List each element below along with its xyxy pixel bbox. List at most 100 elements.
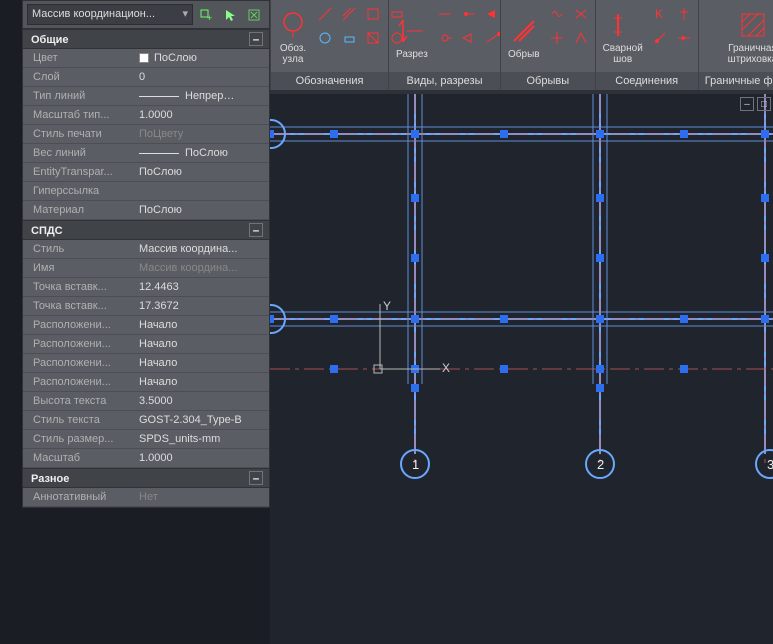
ico-v5[interactable] — [458, 27, 480, 49]
quick-select-icon[interactable] — [243, 4, 265, 26]
property-value[interactable]: SPDS_units-mm — [133, 430, 269, 448]
property-value[interactable]: Массив координа... — [133, 240, 269, 258]
select-objects-icon[interactable] — [219, 4, 241, 26]
property-value[interactable]: Начало — [133, 354, 269, 372]
weld-button[interactable]: Сварной шов — [599, 3, 647, 72]
ico-br1[interactable] — [546, 3, 568, 25]
ico-a1[interactable] — [314, 3, 336, 25]
property-value[interactable]: 3.5000 — [133, 392, 269, 410]
ico-c3[interactable] — [649, 27, 671, 49]
property-value[interactable]: 17.3672 — [133, 297, 269, 315]
property-row[interactable]: Стиль размер...SPDS_units-mm — [23, 430, 269, 449]
property-row[interactable]: Расположени...Начало — [23, 316, 269, 335]
axis-y-label: Y — [383, 299, 391, 313]
ico-br2[interactable] — [570, 3, 592, 25]
property-value[interactable]: ПоСлою — [133, 144, 269, 162]
ico-a3[interactable] — [362, 3, 384, 25]
property-row[interactable]: ИмяМассив координа... — [23, 259, 269, 278]
node-label-button[interactable]: Обоз. узла — [274, 3, 312, 72]
ico-b1[interactable] — [314, 27, 336, 49]
property-value[interactable]: 1.0000 — [133, 106, 269, 124]
property-row[interactable]: Масштаб тип...1.0000 — [23, 106, 269, 125]
property-value[interactable]: ПоСлою — [133, 201, 269, 219]
property-key: Стиль — [23, 240, 133, 258]
property-value[interactable]: ПоСлою — [133, 49, 269, 67]
property-value[interactable] — [133, 182, 269, 200]
property-row[interactable]: Расположени...Начало — [23, 373, 269, 392]
conn-tools-grid: K — [649, 3, 695, 72]
break-button[interactable]: Обрыв — [504, 3, 544, 72]
property-key: EntityTranspar... — [23, 163, 133, 181]
property-row[interactable]: Вес линийПоСлою — [23, 144, 269, 163]
property-row[interactable]: Стиль текстаGOST-2.304_Type-B — [23, 411, 269, 430]
ico-c2[interactable] — [673, 3, 695, 25]
property-key: Цвет — [23, 49, 133, 67]
property-value[interactable]: 0 — [133, 68, 269, 86]
property-row[interactable]: Тип линийНепрер… — [23, 87, 269, 106]
property-row[interactable]: EntityTranspar...ПоСлою — [23, 163, 269, 182]
collapse-icon[interactable]: – — [249, 471, 263, 485]
property-key: Тип линий — [23, 87, 133, 105]
property-row[interactable]: ЦветПоСлою — [23, 49, 269, 68]
property-row[interactable]: СтильМассив координа... — [23, 240, 269, 259]
property-row[interactable]: Высота текста3.5000 — [23, 392, 269, 411]
ico-br4[interactable] — [570, 27, 592, 49]
property-value[interactable]: Нет — [133, 488, 269, 506]
property-key: Вес линий — [23, 144, 133, 162]
object-type-selector[interactable]: Массив координацион...▾ — [27, 4, 193, 25]
viewport-minimize-icon[interactable]: – — [740, 97, 754, 111]
ico-c4[interactable] — [673, 27, 695, 49]
svg-text:+: + — [207, 13, 212, 23]
property-value[interactable]: Начало — [133, 316, 269, 334]
property-row[interactable]: Расположени...Начало — [23, 354, 269, 373]
property-key: Имя — [23, 259, 133, 277]
property-value[interactable]: Начало — [133, 335, 269, 353]
property-row[interactable]: Расположени...Начало — [23, 335, 269, 354]
property-key: Расположени... — [23, 373, 133, 391]
ico-br3[interactable] — [546, 27, 568, 49]
section-title: СПДС — [31, 225, 63, 237]
section-button[interactable]: Разрез — [392, 3, 432, 72]
ico-a2[interactable] — [338, 3, 360, 25]
property-value[interactable]: ПоЦвету — [133, 125, 269, 143]
section-title: Разное — [31, 473, 69, 485]
property-row[interactable]: Точка вставк...17.3672 — [23, 297, 269, 316]
property-value[interactable]: ПоСлою — [133, 163, 269, 181]
ico-v1[interactable] — [434, 3, 456, 25]
property-value[interactable]: Начало — [133, 373, 269, 391]
viewport-maximize-icon[interactable]: □ — [757, 97, 771, 111]
property-row[interactable]: Масштаб1.0000 — [23, 449, 269, 468]
property-key: Высота текста — [23, 392, 133, 410]
panel-label: Обрывы — [501, 72, 595, 90]
property-row[interactable]: Слой0 — [23, 68, 269, 87]
property-row[interactable]: МатериалПоСлою — [23, 201, 269, 220]
collapse-icon[interactable]: – — [249, 223, 263, 237]
drawing-canvas[interactable]: 1 2 3 X Y – □ — [270, 90, 773, 644]
ico-v4[interactable] — [434, 27, 456, 49]
section-misc: Разное – АннотативныйНет — [23, 468, 269, 507]
property-value[interactable]: 12.4463 — [133, 278, 269, 296]
property-key: Материал — [23, 201, 133, 219]
ico-c1[interactable]: K — [649, 3, 671, 25]
property-value[interactable]: 1.0000 — [133, 449, 269, 467]
collapse-icon[interactable]: – — [249, 32, 263, 46]
ico-b3[interactable] — [362, 27, 384, 49]
property-key: Масштаб тип... — [23, 106, 133, 124]
toggle-pickadd-icon[interactable]: + — [195, 4, 217, 26]
panel-label: Виды, разрезы — [389, 72, 500, 90]
property-value[interactable]: GOST-2.304_Type-B — [133, 411, 269, 429]
boundary-hatch-button[interactable]: Граничная штриховка — [724, 8, 773, 67]
property-key: Точка вставк... — [23, 278, 133, 296]
ico-b2[interactable] — [338, 27, 360, 49]
property-value[interactable]: Непрер… — [133, 87, 269, 105]
grid-bubble-3: 3 — [767, 457, 773, 472]
property-value[interactable]: Массив координа... — [133, 259, 269, 277]
property-row[interactable]: Гиперссылка — [23, 182, 269, 201]
property-row[interactable]: Стиль печатиПоЦвету — [23, 125, 269, 144]
property-row[interactable]: Точка вставк...12.4463 — [23, 278, 269, 297]
ico-v2[interactable] — [458, 3, 480, 25]
axis-x-label: X — [442, 361, 450, 375]
property-row[interactable]: АннотативныйНет — [23, 488, 269, 507]
property-key: Масштаб — [23, 449, 133, 467]
property-key: Стиль размер... — [23, 430, 133, 448]
